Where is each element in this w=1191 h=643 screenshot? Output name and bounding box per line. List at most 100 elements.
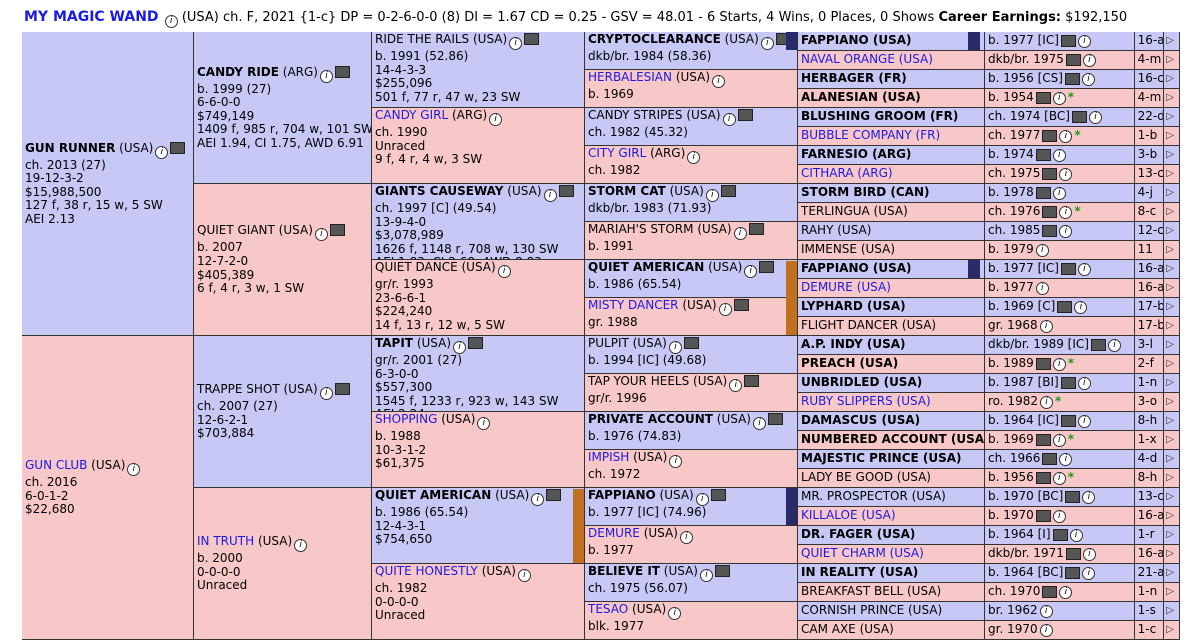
info-icon[interactable]: i	[543, 189, 557, 202]
photo-icon[interactable]	[1035, 472, 1051, 484]
horse-name-link[interactable]: PULPIT	[588, 336, 629, 350]
photo-icon[interactable]	[1035, 434, 1051, 446]
expand-arrow-icon[interactable]: ▷	[1163, 488, 1176, 506]
photo-icon[interactable]	[748, 223, 764, 235]
expand-arrow-icon[interactable]: ▷	[1163, 203, 1176, 221]
expand-arrow-icon[interactable]: ▷	[1163, 507, 1176, 525]
expand-arrow-icon[interactable]: ▷	[1163, 545, 1176, 563]
photo-icon[interactable]	[1042, 453, 1058, 465]
info-icon[interactable]: i	[1077, 262, 1091, 276]
photo-icon[interactable]	[737, 109, 753, 121]
info-icon[interactable]: i	[1081, 72, 1095, 86]
horse-name-link[interactable]: RIDE THE RAILS	[375, 32, 469, 46]
info-icon[interactable]: i	[319, 387, 333, 401]
photo-icon[interactable]	[1035, 149, 1051, 161]
horse-name-link[interactable]: NUMBERED ACCOUNT (USA)	[801, 433, 984, 446]
horse-name-link[interactable]: FLIGHT DANCER (USA)	[801, 319, 936, 332]
photo-icon[interactable]	[744, 375, 760, 387]
horse-name-link[interactable]: QUIET AMERICAN	[375, 488, 491, 502]
horse-name-link[interactable]: CANDY GIRL	[375, 108, 448, 122]
expand-arrow-icon[interactable]: ▷	[1163, 184, 1176, 202]
expand-arrow-icon[interactable]: ▷	[1163, 564, 1176, 582]
info-icon[interactable]: i	[294, 539, 308, 553]
expand-arrow-icon[interactable]: ▷	[1163, 336, 1176, 354]
photo-icon[interactable]	[1065, 548, 1081, 560]
info-icon[interactable]: i	[752, 417, 766, 430]
horse-name-link[interactable]: CORNISH PRINCE (USA)	[801, 604, 942, 617]
expand-arrow-icon[interactable]: ▷	[1163, 70, 1176, 88]
expand-arrow-icon[interactable]: ▷	[1163, 602, 1176, 620]
expand-arrow-icon[interactable]: ▷	[1163, 241, 1176, 259]
horse-name-link[interactable]: DAMASCUS (USA)	[801, 414, 920, 427]
photo-icon[interactable]	[1035, 358, 1051, 370]
photo-icon[interactable]	[1042, 586, 1058, 598]
horse-name-link[interactable]: QUIET GIANT	[197, 223, 275, 238]
horse-name-link[interactable]: PREACH (USA)	[801, 357, 898, 370]
expand-arrow-icon[interactable]: ▷	[1163, 431, 1176, 449]
info-icon[interactable]: i	[1082, 566, 1096, 580]
horse-name-link[interactable]: LYPHARD (USA)	[801, 300, 906, 313]
info-icon[interactable]: i	[687, 151, 701, 164]
info-icon[interactable]: i	[1107, 338, 1121, 352]
photo-icon[interactable]	[720, 185, 736, 197]
photo-icon[interactable]	[1065, 54, 1081, 66]
info-icon[interactable]: i	[760, 37, 774, 50]
info-icon[interactable]: i	[1059, 129, 1073, 143]
photo-icon[interactable]	[1060, 377, 1076, 389]
photo-icon[interactable]	[1042, 130, 1058, 142]
info-icon[interactable]: i	[1059, 452, 1073, 466]
expand-arrow-icon[interactable]: ▷	[1163, 583, 1176, 601]
horse-name-link[interactable]: FARNESIO (ARG)	[801, 148, 911, 161]
horse-name-link[interactable]: BUBBLE COMPANY (FR)	[801, 129, 940, 142]
expand-arrow-icon[interactable]: ▷	[1163, 89, 1176, 107]
horse-name-link[interactable]: CRYPTOCLEARANCE	[588, 32, 721, 46]
horse-name-link[interactable]: CAM AXE (USA)	[801, 623, 894, 636]
expand-arrow-icon[interactable]: ▷	[1163, 108, 1176, 126]
photo-icon[interactable]	[1042, 225, 1058, 237]
photo-icon[interactable]	[1060, 35, 1076, 47]
info-icon[interactable]: i	[1052, 509, 1066, 523]
horse-name-link[interactable]: FAPPIANO (USA)	[801, 262, 912, 275]
info-icon[interactable]: i	[1077, 34, 1091, 48]
info-icon[interactable]: i	[1059, 167, 1073, 181]
info-icon[interactable]: i	[1082, 547, 1096, 561]
horse-name-link[interactable]: QUIET DANCE	[375, 260, 458, 274]
horse-name-link[interactable]: STORM CAT	[588, 184, 666, 198]
info-icon[interactable]: i	[509, 37, 523, 50]
info-icon[interactable]: i	[729, 379, 743, 392]
expand-arrow-icon[interactable]: ▷	[1163, 374, 1176, 392]
info-icon[interactable]: i	[722, 113, 736, 126]
photo-icon[interactable]	[1042, 206, 1058, 218]
horse-name-link[interactable]: QUIET CHARM (USA)	[801, 547, 924, 560]
info-icon[interactable]: i	[1077, 376, 1091, 390]
info-icon[interactable]: i	[1059, 205, 1073, 219]
expand-arrow-icon[interactable]: ▷	[1163, 32, 1176, 50]
photo-icon[interactable]	[524, 33, 540, 45]
horse-name-link[interactable]: DEMURE	[588, 526, 640, 540]
photo-icon[interactable]	[767, 413, 783, 425]
horse-name-link[interactable]: BELIEVE IT	[588, 564, 660, 578]
expand-arrow-icon[interactable]: ▷	[1163, 165, 1176, 183]
info-icon[interactable]: i	[1052, 471, 1066, 485]
horse-name-link[interactable]: TRAPPE SHOT	[197, 382, 280, 396]
horse-name-link[interactable]: CANDY RIDE	[197, 65, 279, 79]
photo-icon[interactable]	[1071, 111, 1087, 123]
info-icon[interactable]: i	[1052, 186, 1066, 200]
horse-name-link[interactable]: UNBRIDLED (USA)	[801, 376, 922, 389]
photo-icon[interactable]	[1065, 567, 1081, 579]
horse-name-link[interactable]: IMPISH	[588, 450, 629, 464]
horse-name-link[interactable]: MARIAH'S STORM	[588, 222, 694, 236]
horse-name-link[interactable]: LADY BE GOOD (USA)	[801, 471, 931, 484]
horse-name-link[interactable]: TERLINGUA (USA)	[801, 205, 908, 218]
photo-icon[interactable]	[468, 337, 484, 349]
info-icon[interactable]: i	[1088, 110, 1102, 124]
photo-icon[interactable]	[546, 489, 562, 501]
info-icon[interactable]: i	[1052, 148, 1066, 162]
info-icon[interactable]: i	[127, 463, 141, 477]
info-icon[interactable]: i	[1039, 623, 1053, 637]
photo-icon[interactable]	[329, 224, 345, 237]
horse-name-link[interactable]: A.P. INDY (USA)	[801, 338, 906, 351]
photo-icon[interactable]	[683, 337, 699, 349]
horse-name-link[interactable]: MAJESTIC PRINCE (USA)	[801, 452, 962, 465]
expand-arrow-icon[interactable]: ▷	[1163, 298, 1176, 316]
